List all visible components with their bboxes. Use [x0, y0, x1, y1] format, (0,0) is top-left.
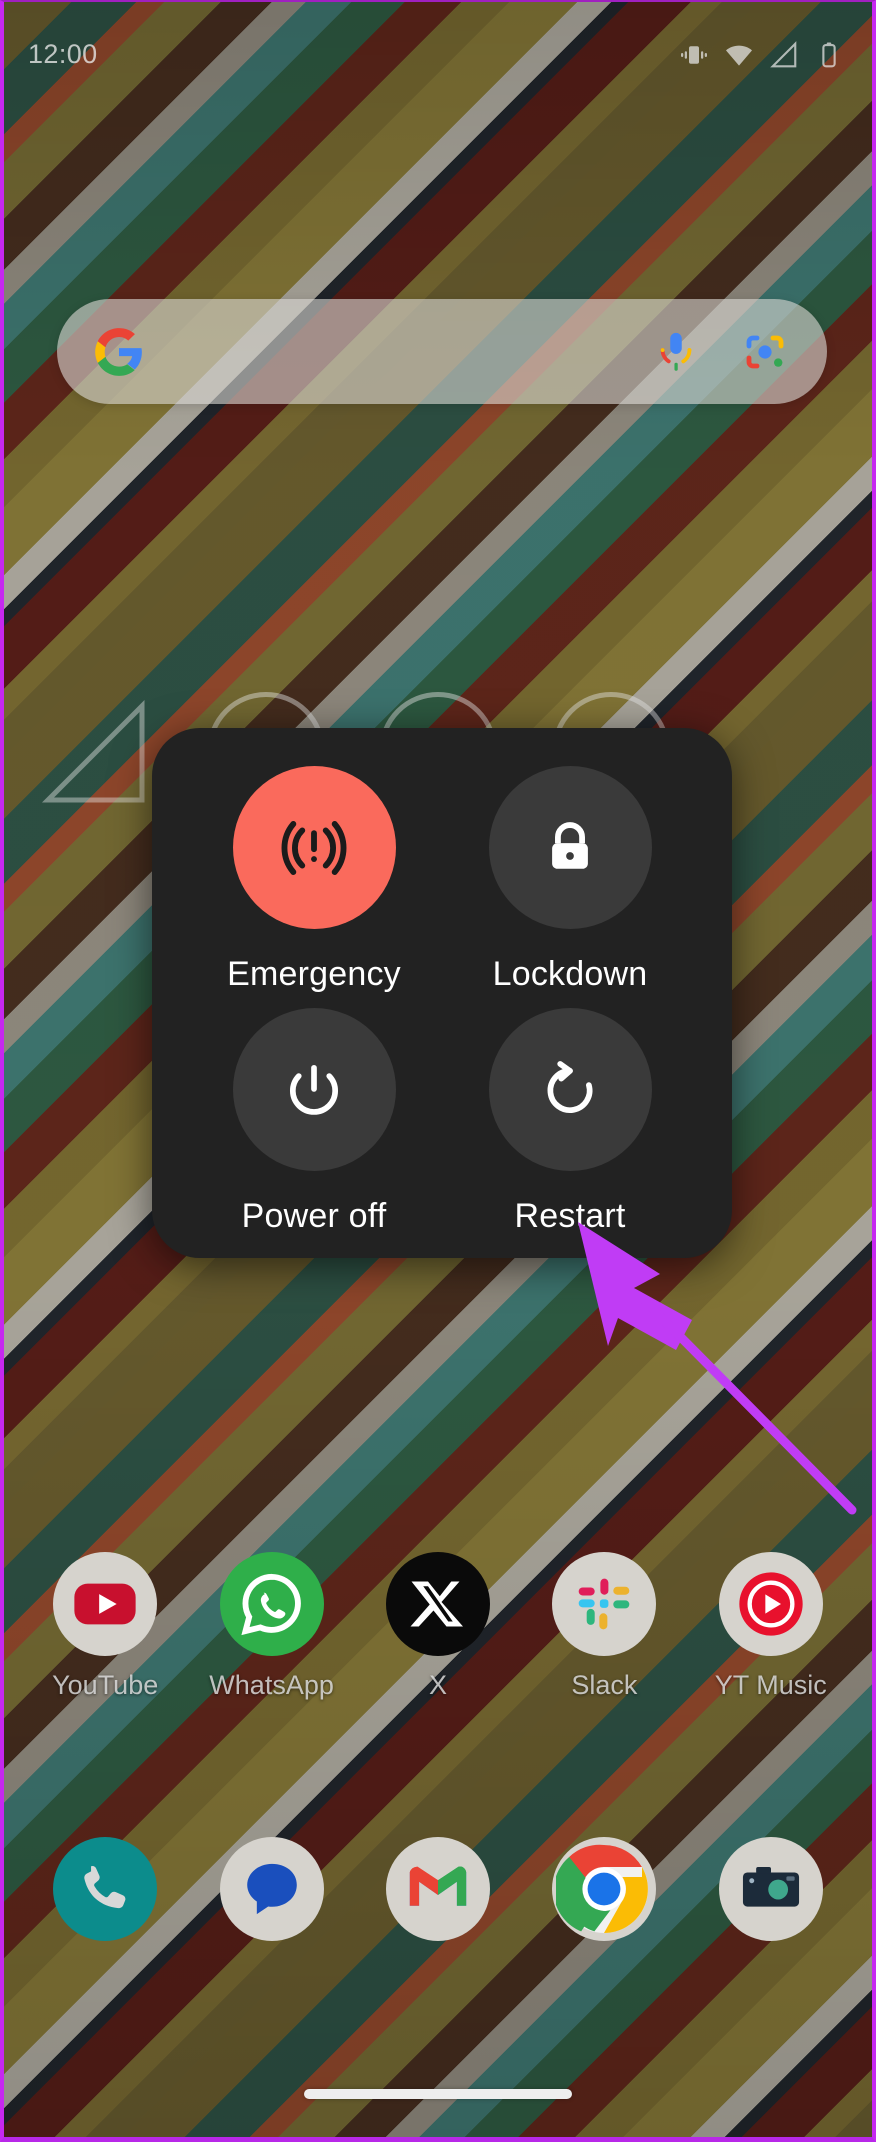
- power-off-button[interactable]: [232, 1008, 396, 1171]
- app-label-whatsapp: WhatsApp: [209, 1670, 334, 1700]
- restart-button[interactable]: [488, 1008, 652, 1171]
- vibrate-icon: [681, 45, 707, 64]
- battery-icon: [822, 42, 836, 67]
- status-bar-clock: 12:00: [28, 39, 98, 69]
- app-row: YouTube WhatsApp X Slack YT Music: [4, 1552, 872, 1701]
- power-menu-item-power-off[interactable]: Power off: [186, 1008, 442, 1236]
- app-whatsapp[interactable]: WhatsApp: [197, 1552, 347, 1701]
- wifi-icon: [726, 45, 752, 66]
- google-lens-icon[interactable]: [741, 328, 789, 376]
- power-menu-label-restart: Restart: [514, 1197, 626, 1235]
- power-menu-label-emergency: Emergency: [227, 955, 401, 993]
- phone-screen: 12:00 Emergency Lockdown Power off Resta…: [0, 0, 876, 2142]
- x-twitter-icon: [385, 1552, 490, 1656]
- messages-icon: [219, 1837, 324, 1941]
- power-menu-item-lockdown[interactable]: Lockdown: [442, 766, 698, 994]
- power-menu-label-power-off: Power off: [241, 1197, 387, 1235]
- app-phone[interactable]: [30, 1837, 180, 1955]
- app-chrome[interactable]: [529, 1837, 679, 1955]
- app-messages[interactable]: [197, 1837, 347, 1955]
- status-bar: 12:00: [4, 2, 872, 107]
- emergency-button[interactable]: [232, 766, 396, 929]
- power-menu-item-restart[interactable]: Restart: [442, 1008, 698, 1236]
- home-gesture-bar[interactable]: [304, 2089, 572, 2099]
- ghost-app-icon: [34, 692, 152, 810]
- app-label-slack: Slack: [571, 1670, 638, 1700]
- youtube-music-icon: [718, 1552, 823, 1656]
- google-g-logo: [95, 327, 142, 376]
- lock-icon: [552, 821, 588, 869]
- app-label-youtube: YouTube: [52, 1670, 159, 1700]
- youtube-icon: [53, 1552, 158, 1656]
- app-ytmusic[interactable]: YT Music: [696, 1552, 846, 1701]
- status-bar-icons: [679, 40, 844, 70]
- app-label-ytmusic: YT Music: [714, 1670, 827, 1700]
- app-slack[interactable]: Slack: [529, 1552, 679, 1701]
- dock-row: [4, 1837, 872, 1955]
- google-search-bar[interactable]: [57, 299, 827, 404]
- camera-icon: [718, 1837, 823, 1941]
- app-gmail[interactable]: [363, 1837, 513, 1955]
- microphone-icon[interactable]: [653, 329, 699, 375]
- lockdown-button[interactable]: [488, 766, 652, 929]
- cellular-signal-icon: [770, 40, 797, 67]
- power-menu-label-lockdown: Lockdown: [492, 955, 648, 993]
- power-menu-item-emergency[interactable]: Emergency: [186, 766, 442, 994]
- app-camera[interactable]: [696, 1837, 846, 1955]
- slack-icon: [552, 1552, 657, 1656]
- app-label-x: X: [428, 1670, 447, 1700]
- chrome-icon: [552, 1837, 657, 1941]
- app-x[interactable]: X: [363, 1552, 513, 1701]
- power-icon: [290, 1064, 338, 1115]
- whatsapp-icon: [219, 1552, 324, 1656]
- emergency-broadcast-icon: [281, 820, 347, 875]
- gmail-icon: [385, 1837, 490, 1941]
- app-youtube[interactable]: YouTube: [30, 1552, 180, 1701]
- phone-icon: [53, 1837, 158, 1941]
- power-menu-dialog: Emergency Lockdown Power off Restart: [152, 728, 732, 1258]
- restart-icon: [547, 1060, 593, 1113]
- search-input[interactable]: [145, 299, 653, 404]
